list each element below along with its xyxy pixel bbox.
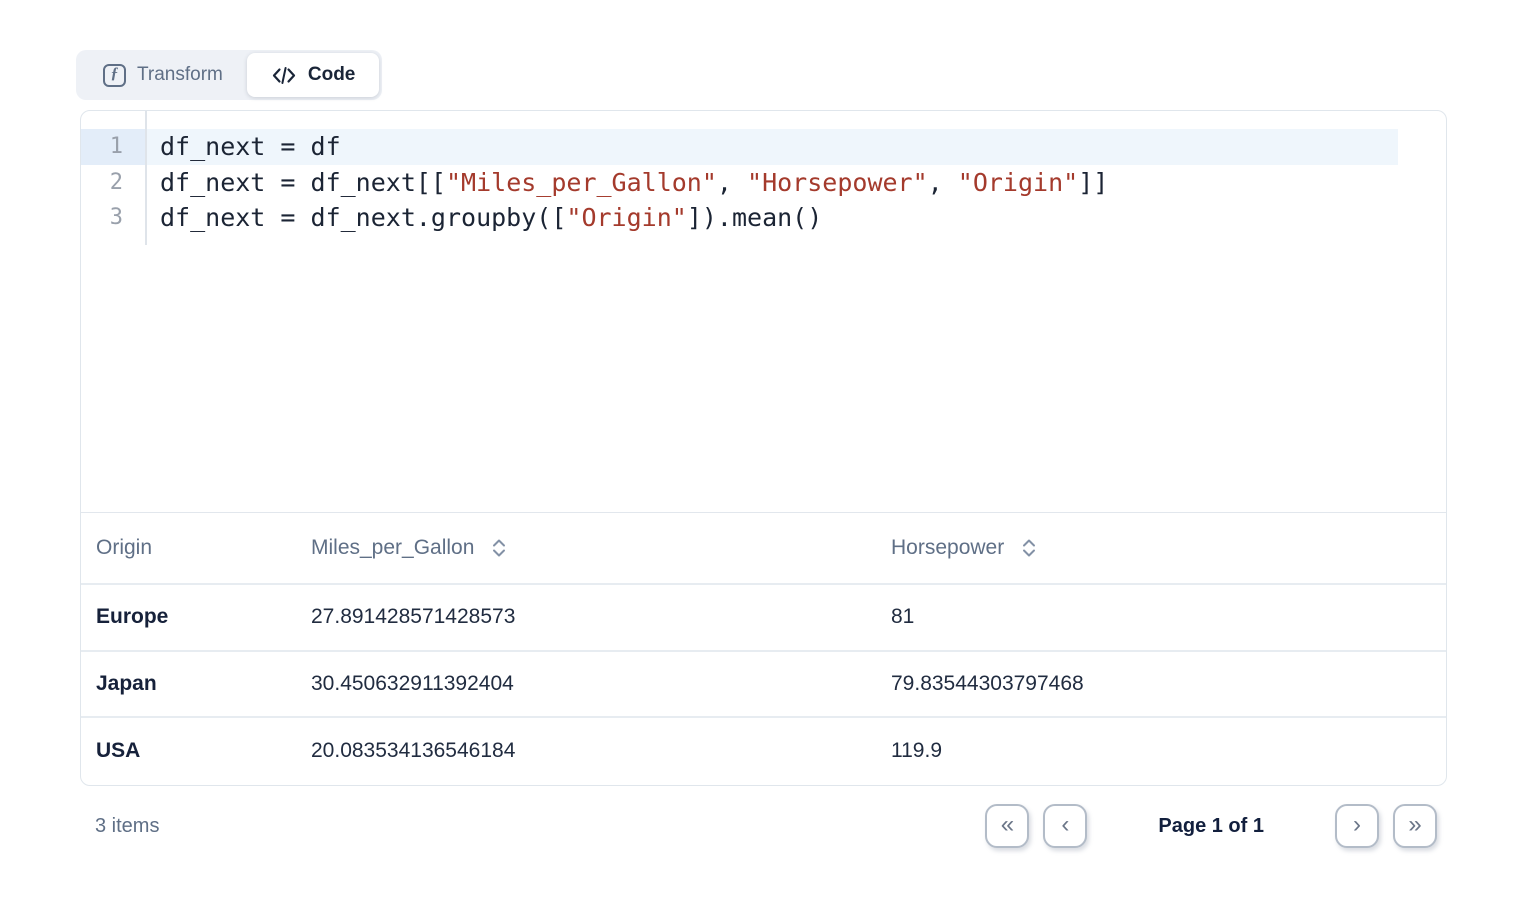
table-footer: 3 items « ‹ Page 1 of 1 › » [80,803,1447,849]
last-page-button[interactable]: » [1393,804,1437,848]
cell-horsepower: 119.9 [891,739,1446,763]
table-row[interactable]: Europe 27.891428571428573 81 [81,585,1446,652]
items-count: 3 items [95,815,159,838]
pagination: « ‹ Page 1 of 1 › » [985,804,1437,848]
sort-icon [1021,537,1037,559]
table-header-row: Origin Miles_per_Gallon Horsepower [81,512,1446,585]
line-number: 2 [81,165,145,201]
cell-horsepower: 81 [891,605,1446,629]
cell-origin: Japan [81,672,311,696]
sort-button[interactable] [1019,535,1039,561]
sort-button[interactable] [489,535,509,561]
previous-page-button[interactable]: ‹ [1043,804,1087,848]
double-chevron-right-icon: » [1408,813,1421,837]
code-line[interactable]: 1 df_next = df [81,129,1446,165]
cell-miles-per-gallon: 20.083534136546184 [311,739,891,763]
first-page-button[interactable]: « [985,804,1029,848]
code-icon [271,66,297,85]
cell-miles-per-gallon: 30.450632911392404 [311,672,891,696]
code-line-content: df_next = df [145,129,1446,165]
function-icon: ƒ [103,64,126,87]
cell-origin: USA [81,739,311,763]
code-line[interactable]: 3 df_next = df_next.groupby(["Origin"]).… [81,200,1446,236]
code-line-content: df_next = df_next.groupby(["Origin"]).me… [145,200,1446,236]
column-header-miles-per-gallon: Miles_per_Gallon [311,535,891,561]
chevron-left-icon: ‹ [1061,813,1069,837]
cell-miles-per-gallon: 27.891428571428573 [311,605,891,629]
main-panel: 1 df_next = df 2 df_next = df_next[["Mil… [80,110,1447,786]
code-line-content: df_next = df_next[["Miles_per_Gallon", "… [145,165,1446,201]
code-line[interactable]: 2 df_next = df_next[["Miles_per_Gallon",… [81,165,1446,201]
cell-horsepower: 79.83544303797468 [891,672,1446,696]
tab-code[interactable]: Code [247,53,380,97]
table-row[interactable]: Japan 30.450632911392404 79.835443037974… [81,652,1446,719]
next-page-button[interactable]: › [1335,804,1379,848]
view-toggle: ƒ Transform Code [76,50,382,100]
sort-icon [491,537,507,559]
cell-origin: Europe [81,605,311,629]
page-indicator: Page 1 of 1 [1158,815,1264,838]
tab-transform[interactable]: ƒ Transform [79,53,247,97]
column-header-origin: Origin [81,536,311,560]
column-header-horsepower: Horsepower [891,535,1446,561]
double-chevron-left-icon: « [1001,813,1014,837]
chevron-right-icon: › [1353,813,1361,837]
gutter-divider [145,111,147,245]
tab-transform-label: Transform [137,64,223,86]
line-number: 3 [81,200,145,236]
table-row[interactable]: USA 20.083534136546184 119.9 [81,718,1446,785]
tab-code-label: Code [308,64,356,86]
code-editor[interactable]: 1 df_next = df 2 df_next = df_next[["Mil… [81,111,1446,512]
line-number: 1 [81,129,145,165]
